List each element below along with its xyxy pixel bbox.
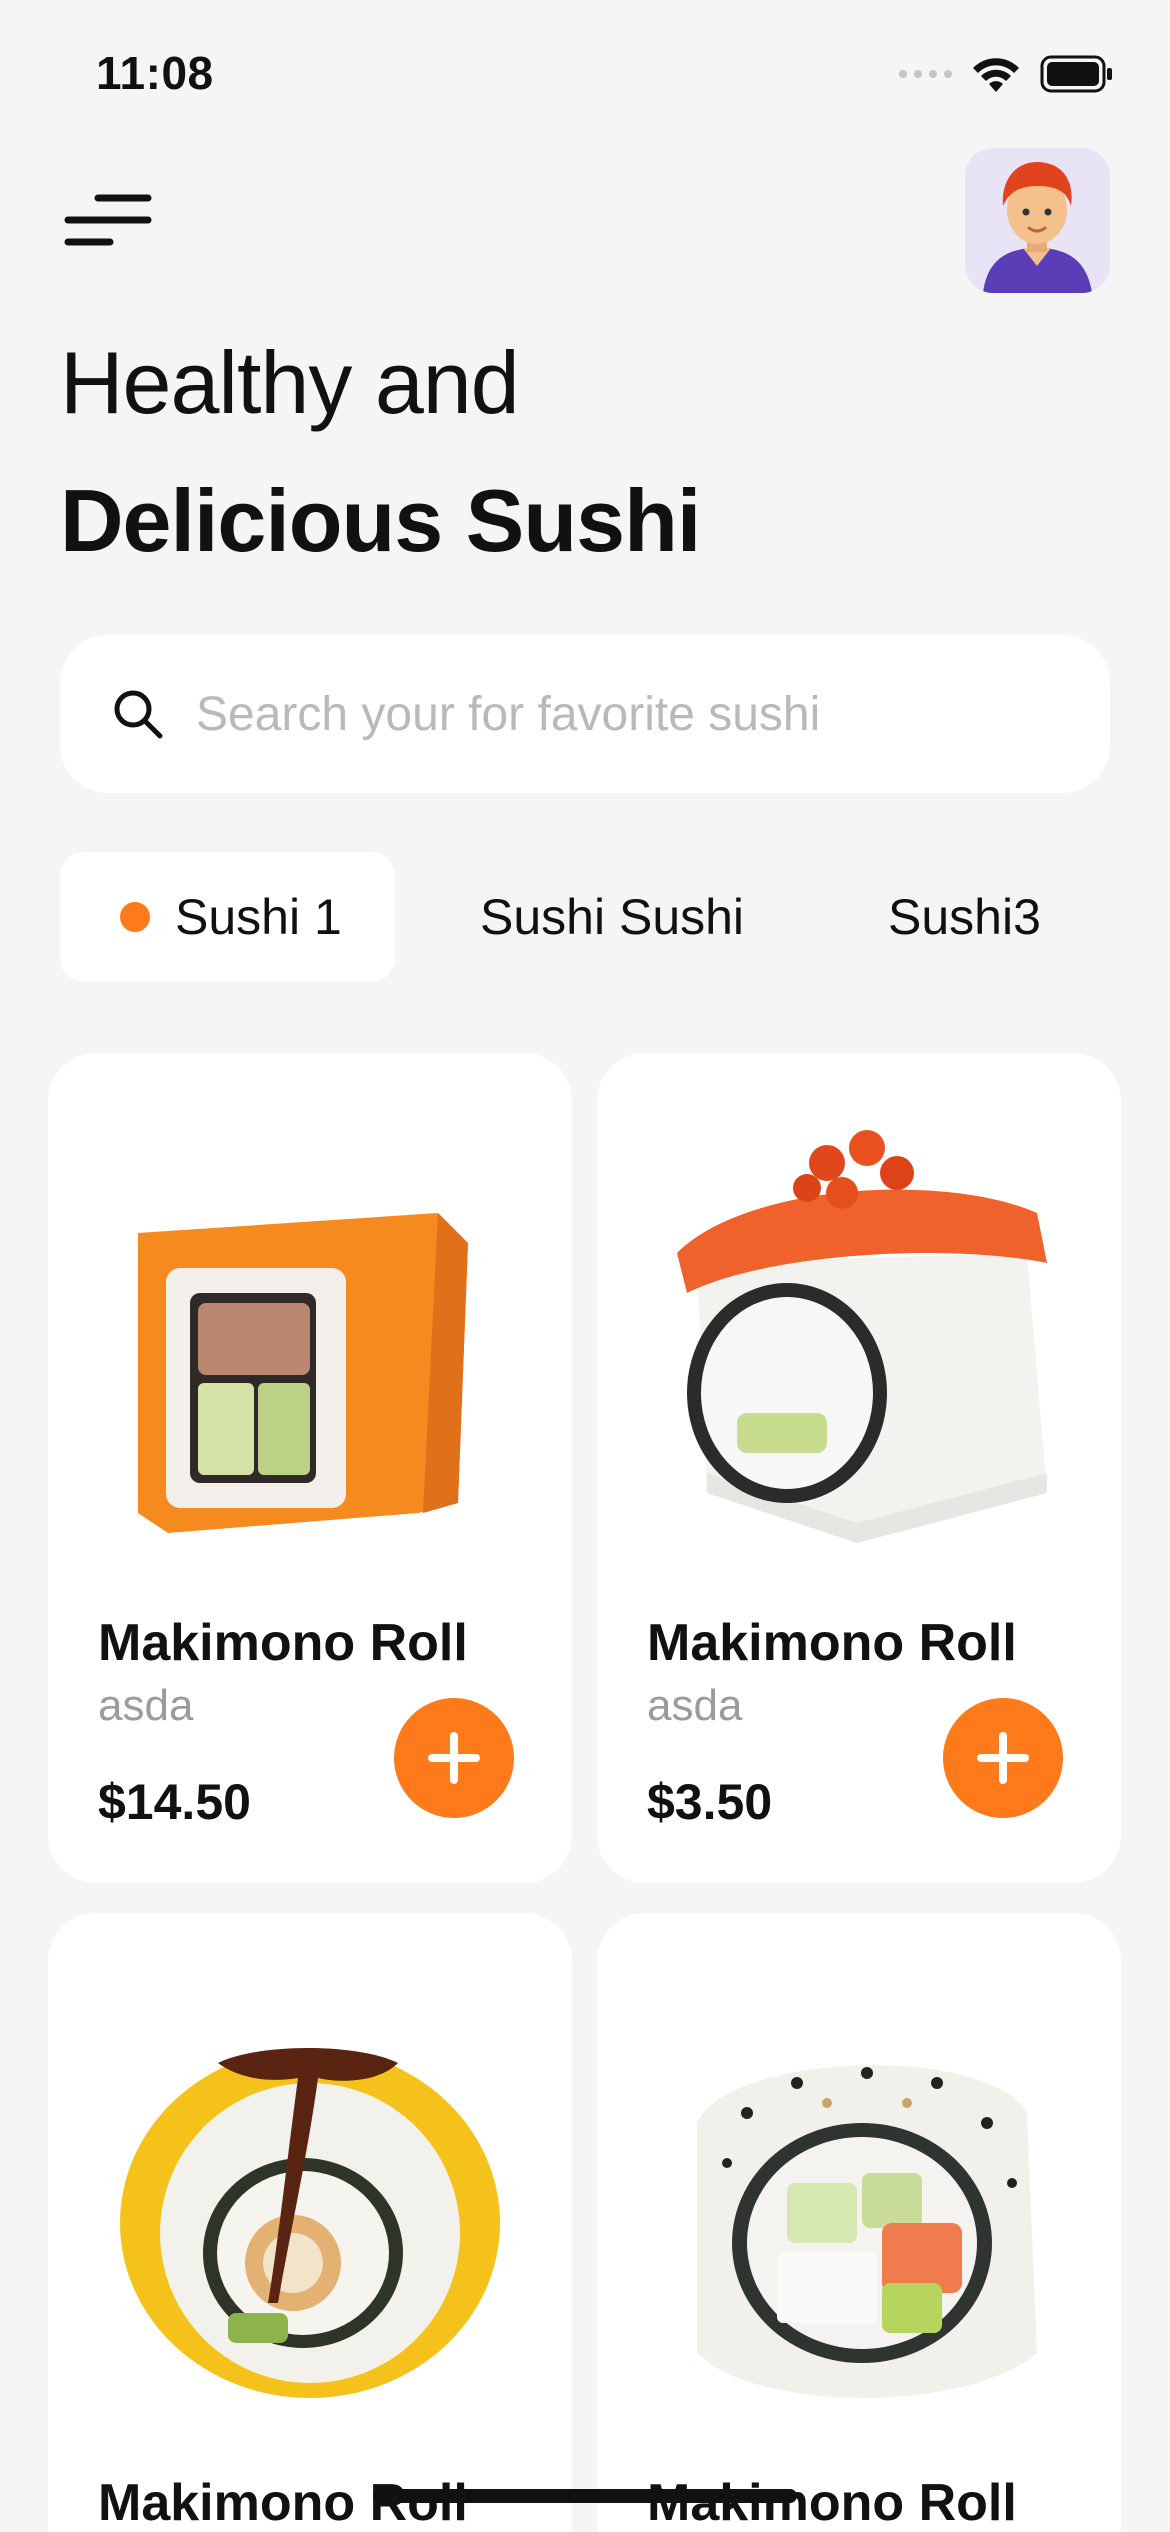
active-tab-dot [120,902,150,932]
add-to-cart-button[interactable] [394,1698,514,1818]
menu-lines-icon [64,194,152,246]
avatar[interactable] [965,148,1110,293]
product-price: $14.50 [98,1774,251,1830]
category-tabs: Sushi 1 Sushi Sushi Sushi3 [60,852,1140,982]
screen: 11:08 Healthy and Delicious Sushi Search… [0,0,1170,2532]
product-title: Makimono Roll [647,1614,1017,1672]
status-icons [899,52,1114,96]
search-icon [114,690,163,739]
tab-label: Sushi Sushi [480,889,745,945]
product-price: $3.50 [647,1774,773,1830]
tab-sushi3[interactable]: Sushi3 [888,852,1041,982]
wifi-icon [973,58,1019,92]
plus-icon [977,1732,1029,1784]
add-to-cart-button[interactable] [943,1698,1063,1818]
search-input[interactable] [196,686,1076,742]
product-subtitle: asda [98,1681,194,1730]
sushi-roll-tobiko-image [138,1213,468,1533]
page-title-line2: Delicious Sushi [60,471,701,570]
product-card[interactable]: Makimono Roll [597,1913,1121,2532]
menu-button[interactable] [60,190,160,260]
sushi-roll-salmon-ikura-image [677,1130,1047,1543]
home-indicator[interactable] [373,2489,797,2503]
tab-label: Sushi3 [888,889,1041,945]
user-avatar-icon [983,162,1092,293]
status-time: 11:08 [96,47,214,99]
status-bar: 11:08 [0,0,1170,140]
product-card[interactable]: Makimono Roll asda $14.50 [48,1053,572,1883]
tab-sushi-1[interactable]: Sushi 1 [60,852,395,982]
sushi-roll-sesame-image [697,2065,1037,2398]
search-bar[interactable] [60,635,1110,793]
tab-label: Sushi 1 [175,889,342,945]
tab-sushi-sushi[interactable]: Sushi Sushi [480,852,744,982]
product-title: Makimono Roll [98,1614,468,1672]
page-title-line1: Healthy and [60,333,520,432]
battery-icon [1040,55,1112,93]
product-subtitle: asda [647,1681,743,1730]
product-card[interactable]: Makimono Roll asda $3.50 [597,1053,1121,1883]
signal-icon [899,70,952,78]
sushi-roll-mango-unagi-image [120,2048,500,2398]
product-card[interactable]: Makimono Roll [48,1913,572,2532]
plus-icon [428,1732,480,1784]
